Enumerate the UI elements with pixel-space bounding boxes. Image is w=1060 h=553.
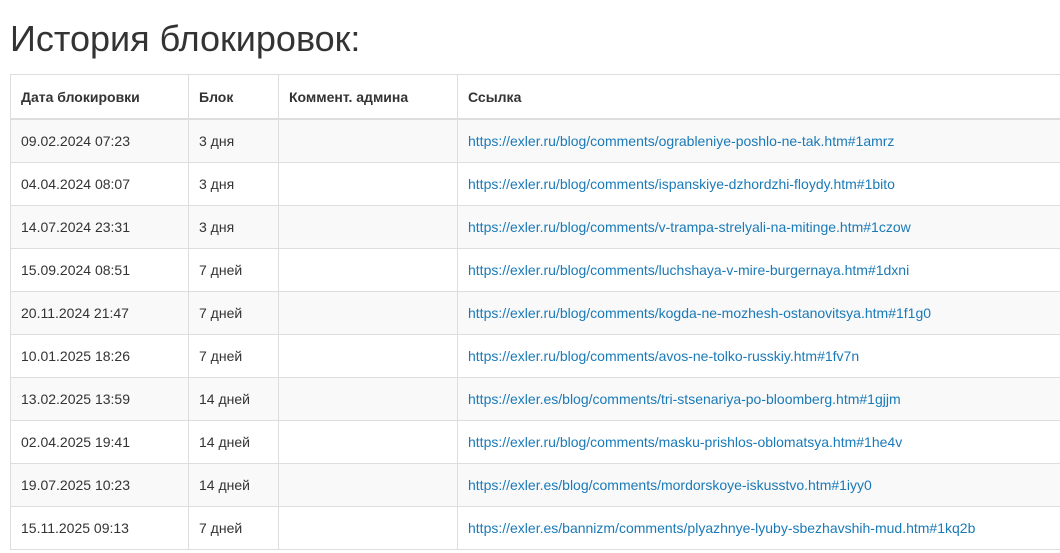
comment-link[interactable]: https://exler.ru/blog/comments/luchshaya… [468, 262, 909, 278]
comment-link[interactable]: https://exler.ru/blog/comments/ogrableni… [468, 133, 894, 149]
cell-date: 15.09.2024 08:51 [10, 248, 189, 292]
column-header-comment: Коммент. админа [278, 74, 458, 120]
column-header-date: Дата блокировки [10, 74, 189, 120]
table-row: 10.01.2025 18:26 7 дней https://exler.ru/b… [10, 334, 1060, 378]
table-row: 09.02.2024 07:23 3 дня https://exler.ru/bl… [10, 118, 1060, 163]
cell-date: 10.01.2025 18:26 [10, 334, 189, 378]
cell-link: https://exler.es/bannizm/comments/plyazh… [457, 506, 1060, 550]
cell-link: https://exler.es/blog/comments/tri-stsen… [457, 377, 1060, 421]
column-header-link: Ссылка [457, 74, 1060, 120]
cell-date: 20.11.2024 21:47 [10, 291, 189, 335]
table-row: 19.07.2025 10:23 14 дней https://exler.es/… [10, 463, 1060, 507]
cell-block-duration: 7 дней [188, 248, 279, 292]
cell-link: https://exler.ru/blog/comments/ispanskiy… [457, 162, 1060, 206]
cell-link: https://exler.ru/blog/comments/luchshaya… [457, 248, 1060, 292]
cell-block-duration: 7 дней [188, 291, 279, 335]
cell-link: https://exler.ru/blog/comments/avos-ne-t… [457, 334, 1060, 378]
header-row: Дата блокировки Блок Коммент. админа Ссы… [10, 74, 1060, 120]
cell-admin-comment [278, 506, 458, 550]
cell-admin-comment [278, 377, 458, 421]
comment-link[interactable]: https://exler.es/blog/comments/tri-stsen… [468, 391, 901, 407]
block-history-table: Дата блокировки Блок Коммент. админа Ссы… [10, 74, 1060, 550]
page: История блокировок: Дата блокировки Блок… [0, 0, 1060, 553]
comment-link[interactable]: https://exler.es/bannizm/comments/plyazh… [468, 520, 975, 536]
cell-date: 02.04.2025 19:41 [10, 420, 189, 464]
cell-date: 15.11.2025 09:13 [10, 506, 189, 550]
cell-admin-comment [278, 334, 458, 378]
cell-date: 04.04.2024 08:07 [10, 162, 189, 206]
cell-date: 19.07.2025 10:23 [10, 463, 189, 507]
cell-date: 14.07.2024 23:31 [10, 205, 189, 249]
page-title: История блокировок: [10, 18, 361, 59]
cell-block-duration: 14 дней [188, 463, 279, 507]
column-header-block: Блок [188, 74, 279, 120]
cell-admin-comment [278, 420, 458, 464]
comment-link[interactable]: https://exler.ru/blog/comments/avos-ne-t… [468, 348, 859, 364]
cell-date: 09.02.2024 07:23 [10, 118, 189, 163]
cell-link: https://exler.ru/blog/comments/v-trampa-… [457, 205, 1060, 249]
table-row: 20.11.2024 21:47 7 дней https://exler.ru/b… [10, 291, 1060, 335]
table-row: 15.11.2025 09:13 7 дней https://exler.es/b… [10, 506, 1060, 550]
cell-admin-comment [278, 248, 458, 292]
cell-admin-comment [278, 162, 458, 206]
cell-admin-comment [278, 291, 458, 335]
table-row: 14.07.2024 23:31 3 дня https://exler.ru/bl… [10, 205, 1060, 249]
table-header: Дата блокировки Блок Коммент. админа Ссы… [10, 74, 1060, 120]
table-row: 13.02.2025 13:59 14 дней https://exler.es/… [10, 377, 1060, 421]
cell-link: https://exler.ru/blog/comments/ogrableni… [457, 118, 1060, 163]
comment-link[interactable]: https://exler.ru/blog/comments/masku-pri… [468, 434, 902, 450]
cell-block-duration: 3 дня [188, 118, 279, 163]
table-row: 04.04.2024 08:07 3 дня https://exler.ru/bl… [10, 162, 1060, 206]
cell-block-duration: 3 дня [188, 205, 279, 249]
comment-link[interactable]: https://exler.ru/blog/comments/kogda-ne-… [468, 305, 931, 321]
cell-link: https://exler.ru/blog/comments/kogda-ne-… [457, 291, 1060, 335]
comment-link[interactable]: https://exler.es/blog/comments/mordorsko… [468, 477, 872, 493]
cell-admin-comment [278, 205, 458, 249]
cell-block-duration: 3 дня [188, 162, 279, 206]
cell-admin-comment [278, 118, 458, 163]
table-body: 09.02.2024 07:23 3 дня https://exler.ru/bl… [10, 118, 1060, 550]
cell-link: https://exler.es/blog/comments/mordorsko… [457, 463, 1060, 507]
cell-block-duration: 7 дней [188, 334, 279, 378]
cell-admin-comment [278, 463, 458, 507]
comment-link[interactable]: https://exler.ru/blog/comments/ispanskiy… [468, 176, 895, 192]
table-row: 15.09.2024 08:51 7 дней https://exler.ru/b… [10, 248, 1060, 292]
table-row: 02.04.2025 19:41 14 дней https://exler.ru/… [10, 420, 1060, 464]
cell-block-duration: 7 дней [188, 506, 279, 550]
cell-block-duration: 14 дней [188, 420, 279, 464]
cell-block-duration: 14 дней [188, 377, 279, 421]
cell-date: 13.02.2025 13:59 [10, 377, 189, 421]
comment-link[interactable]: https://exler.ru/blog/comments/v-trampa-… [468, 219, 911, 235]
cell-link: https://exler.ru/blog/comments/masku-pri… [457, 420, 1060, 464]
